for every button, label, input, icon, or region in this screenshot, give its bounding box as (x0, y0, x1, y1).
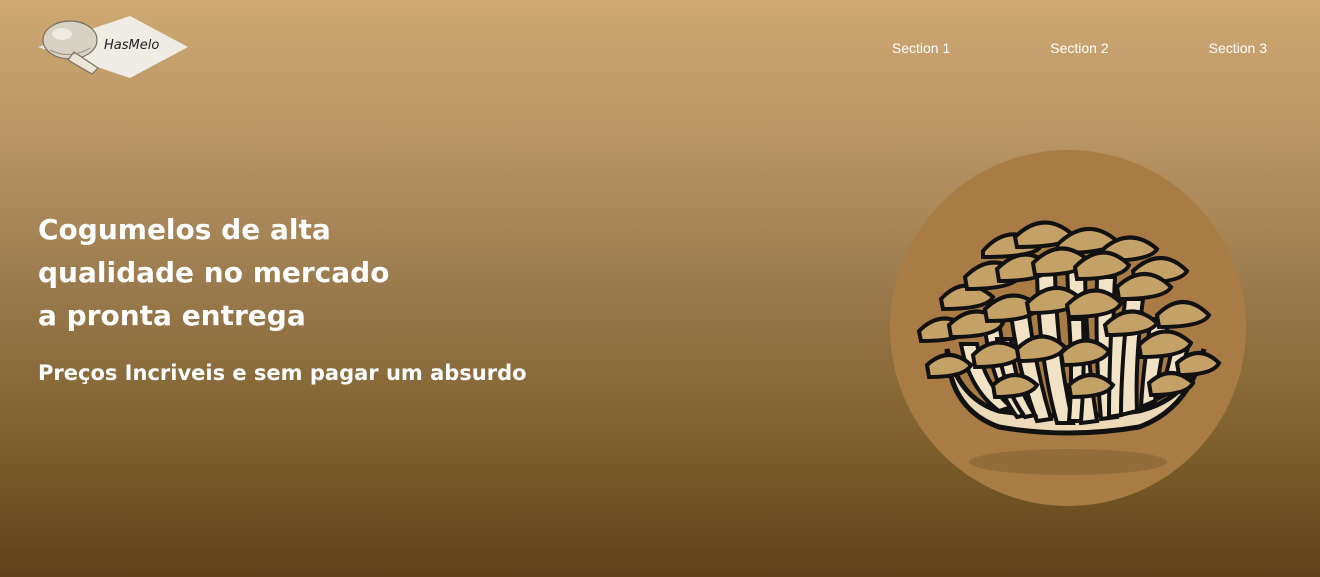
hero-subtitle: Preços Incriveis e sem pagar um absurdo (38, 361, 527, 385)
nav-section-2[interactable]: Section 2 (1050, 40, 1108, 56)
hero-title-line-2: qualidade no mercado (38, 256, 390, 289)
main-nav: Section 1 Section 2 Section 3 (892, 40, 1267, 56)
hero-title-line-1: Cogumelos de alta (38, 213, 331, 246)
hero-illustration (889, 149, 1247, 507)
nav-section-1[interactable]: Section 1 (892, 40, 950, 56)
hero-title-line-3: a pronta entrega (38, 299, 306, 332)
hero-title: Cogumelos de alta qualidade no mercado a… (38, 208, 418, 337)
mushroom-icon (42, 20, 99, 75)
brand-logo[interactable]: HasMelo (36, 14, 190, 80)
mushroom-cluster-icon (890, 150, 1246, 506)
nav-section-3[interactable]: Section 3 (1209, 40, 1267, 56)
logo-text: HasMelo (104, 38, 160, 53)
